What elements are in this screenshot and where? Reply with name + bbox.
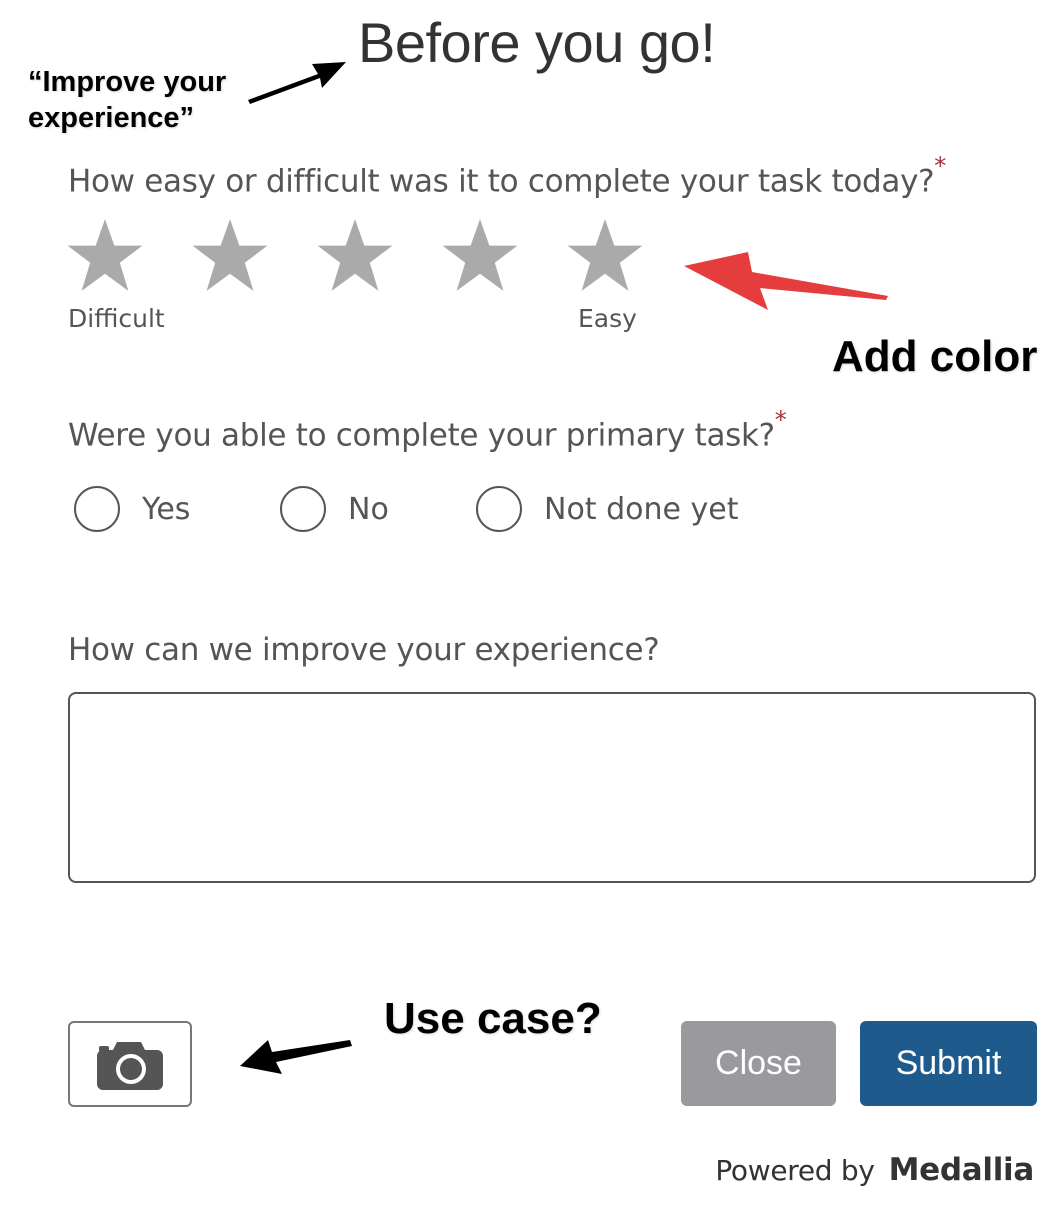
annotation-add-color: Add color bbox=[832, 332, 1038, 381]
radio-label: Not done yet bbox=[544, 491, 739, 527]
star-rating bbox=[66, 216, 644, 294]
radio-circle[interactable] bbox=[74, 486, 120, 532]
star-4[interactable] bbox=[441, 216, 519, 294]
star-3[interactable] bbox=[316, 216, 394, 294]
star-5[interactable] bbox=[566, 216, 644, 294]
close-button[interactable]: Close bbox=[681, 1021, 836, 1106]
question-text: How easy or difficult was it to complete… bbox=[68, 163, 935, 200]
scale-low-label: Difficult bbox=[68, 304, 165, 333]
star-icon bbox=[67, 219, 143, 291]
radio-circle[interactable] bbox=[476, 486, 522, 532]
required-marker: * bbox=[934, 152, 946, 180]
question-text: Were you able to complete your primary t… bbox=[68, 417, 775, 454]
question-ease-rating: How easy or difficult was it to complete… bbox=[68, 152, 946, 200]
radio-circle[interactable] bbox=[280, 486, 326, 532]
powered-by-text: Powered by bbox=[715, 1154, 875, 1187]
camera-icon bbox=[97, 1042, 163, 1090]
radio-yes[interactable]: Yes bbox=[74, 486, 190, 532]
star-icon bbox=[442, 219, 518, 291]
radio-no[interactable]: No bbox=[280, 486, 389, 532]
required-marker: * bbox=[774, 406, 787, 434]
stars-arrow bbox=[684, 252, 888, 310]
camera-arrow bbox=[240, 1040, 352, 1074]
radio-label: Yes bbox=[142, 491, 191, 527]
powered-by: Powered by Medallia bbox=[715, 1152, 1034, 1188]
radio-not-done-yet[interactable]: Not done yet bbox=[476, 486, 738, 532]
question-task-completed: Were you able to complete your primary t… bbox=[68, 406, 787, 454]
star-1[interactable] bbox=[66, 216, 144, 294]
screenshot-button[interactable] bbox=[68, 1021, 192, 1107]
annotation-improve-note: “Improve your experience” bbox=[28, 66, 227, 134]
title-arrow bbox=[248, 62, 346, 104]
scale-high-label: Easy bbox=[578, 304, 637, 333]
question-improve: How can we improve your experience? bbox=[68, 632, 660, 668]
submit-button[interactable]: Submit bbox=[860, 1021, 1037, 1106]
star-2[interactable] bbox=[191, 216, 269, 294]
radio-label: No bbox=[348, 491, 389, 527]
feedback-textarea[interactable] bbox=[68, 692, 1036, 883]
star-icon bbox=[192, 219, 268, 291]
star-icon bbox=[567, 219, 643, 291]
survey-title: Before you go! bbox=[358, 11, 716, 74]
star-icon bbox=[317, 219, 393, 291]
question-text: How can we improve your experience? bbox=[68, 632, 660, 668]
brand-logo: Medallia bbox=[888, 1152, 1035, 1188]
annotation-use-case: Use case? bbox=[384, 994, 602, 1043]
